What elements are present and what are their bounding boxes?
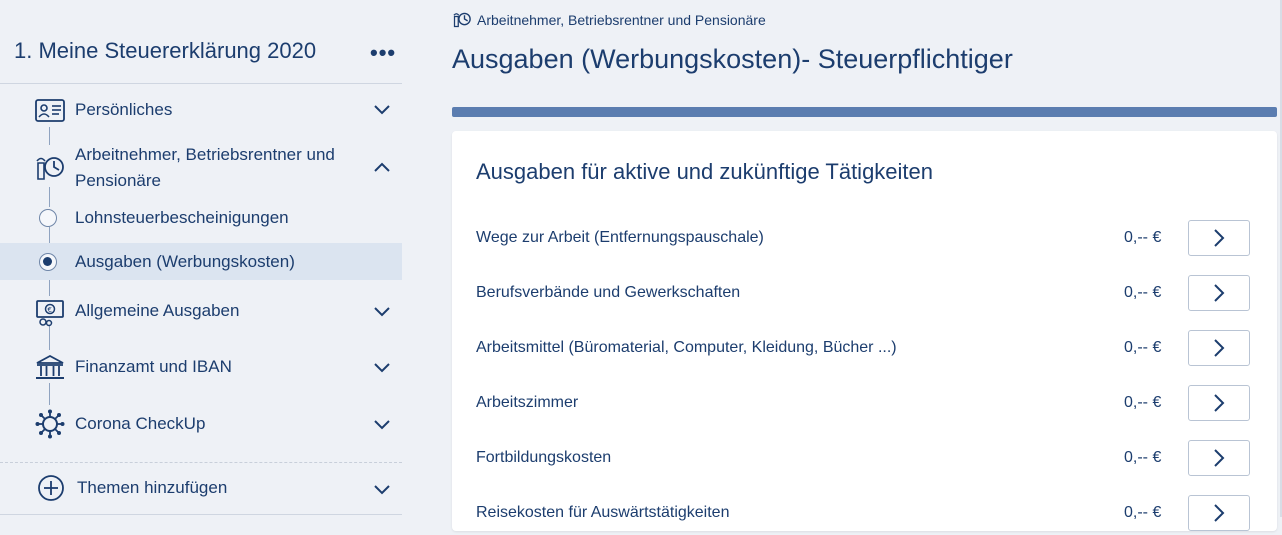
expense-row: Berufsverbände und Gewerkschaften 0,-- € [452, 275, 1277, 315]
chevron-right-icon [1214, 284, 1225, 302]
expense-value: 0,-- € [1124, 284, 1162, 301]
chevron-down-icon[interactable] [372, 479, 392, 499]
chevron-up-icon[interactable] [372, 158, 392, 178]
sidebar-item-arbeitnehmer[interactable]: Arbeitnehmer, Betriebsrentner und Pensio… [0, 142, 402, 192]
sidebar-title: 1. Meine Steuererklärung 2020 [14, 38, 317, 63]
tree-connector [49, 326, 50, 350]
expense-row: Reisekosten für Auswärtstätigkeiten 0,--… [452, 495, 1277, 535]
sidebar-item-allgemeine-ausgaben[interactable]: € Allgemeine Ausgaben [0, 296, 402, 327]
expense-label: Wege zur Arbeit (Entfernungspauschale) [476, 229, 764, 246]
chevron-right-icon [1214, 449, 1225, 467]
money-icon: € [36, 300, 64, 327]
divider [0, 462, 402, 463]
expense-value: 0,-- € [1124, 449, 1162, 466]
expense-value: 0,-- € [1124, 394, 1162, 411]
expense-label: Fortbildungskosten [476, 449, 612, 466]
radio-empty-icon[interactable] [39, 209, 57, 227]
chevron-right-icon [1214, 394, 1225, 412]
open-expense-button[interactable] [1188, 275, 1250, 311]
divider [0, 514, 402, 515]
expense-value: 0,-- € [1124, 504, 1162, 521]
sidebar-item-label: Allgemeine Ausgaben [75, 301, 240, 320]
chevron-right-icon [1214, 339, 1225, 357]
expense-label: Arbeitszimmer [476, 394, 579, 411]
expense-row: Fortbildungskosten 0,-- € [452, 440, 1277, 480]
more-dots-icon[interactable]: ••• [370, 40, 396, 66]
expense-label: Berufsverbände und Gewerkschaften [476, 284, 741, 301]
open-expense-button[interactable] [1188, 385, 1250, 421]
chevron-right-icon [1214, 504, 1225, 522]
header-accent-bar [452, 107, 1277, 117]
plus-circle-icon [38, 475, 64, 501]
card-title: Ausgaben für aktive und zukünftige Tätig… [476, 159, 934, 184]
chevron-down-icon[interactable] [372, 301, 392, 321]
open-expense-button[interactable] [1188, 220, 1250, 256]
sidebar-item-finanzamt-iban[interactable]: Finanzamt und IBAN [0, 352, 402, 382]
chevron-right-icon [1214, 229, 1225, 247]
sidebar-item-corona-checkup[interactable]: Corona CheckUp [0, 408, 402, 440]
sidebar-item-label: Finanzamt und IBAN [75, 357, 232, 376]
breadcrumb-text: Arbeitnehmer, Betriebsrentner und Pensio… [477, 12, 766, 28]
breadcrumb[interactable]: Arbeitnehmer, Betriebsrentner und Pensio… [452, 9, 766, 29]
bank-icon [36, 354, 64, 379]
id-card-icon [35, 99, 65, 122]
worker-clock-icon [453, 12, 471, 28]
sidebar-item-label: Ausgaben (Werbungskosten) [75, 252, 295, 271]
expense-row: Arbeitszimmer 0,-- € [452, 385, 1277, 425]
virus-icon [35, 409, 65, 439]
tree-connector [49, 383, 50, 405]
open-expense-button[interactable] [1188, 440, 1250, 476]
sidebar-item-persoenliches[interactable]: Persönliches [0, 95, 402, 125]
expense-label: Reisekosten für Auswärtstätigkeiten [476, 504, 730, 521]
sidebar: 1. Meine Steuererklärung 2020 ••• Persön… [0, 0, 404, 517]
page-title: Ausgaben (Werbungskosten)- Steuerpflicht… [452, 44, 1013, 74]
sidebar-item-ausgaben-werbungskosten[interactable]: Ausgaben (Werbungskosten) [0, 243, 402, 280]
expense-value: 0,-- € [1124, 339, 1162, 356]
chevron-down-icon[interactable] [372, 414, 392, 434]
sidebar-item-label: Corona CheckUp [75, 414, 206, 433]
sidebar-item-label-line2: Pensionäre [75, 171, 162, 190]
open-expense-button[interactable] [1188, 495, 1250, 531]
expenses-card: Ausgaben für aktive und zukünftige Tätig… [452, 131, 1277, 531]
expense-value: 0,-- € [1124, 229, 1162, 246]
sidebar-item-label: Arbeitnehmer, Betriebsrentner und [75, 145, 335, 164]
radio-selected-icon[interactable] [39, 253, 57, 271]
expense-label: Arbeitsmittel (Büromaterial, Computer, K… [476, 339, 897, 356]
expense-row: Wege zur Arbeit (Entfernungspauschale) 0… [452, 220, 1277, 260]
divider [0, 83, 402, 84]
svg-text:€: € [48, 306, 52, 314]
sidebar-item-label: Lohnsteuerbescheinigungen [75, 208, 289, 227]
worker-clock-icon [36, 157, 64, 180]
sidebar-item-label: Themen hinzufügen [77, 478, 228, 497]
expense-row: Arbeitsmittel (Büromaterial, Computer, K… [452, 330, 1277, 370]
chevron-down-icon[interactable] [372, 357, 392, 377]
chevron-down-icon[interactable] [372, 99, 392, 119]
sidebar-item-label: Persönliches [75, 100, 173, 119]
open-expense-button[interactable] [1188, 330, 1250, 366]
add-topics-button[interactable]: Themen hinzufügen [0, 474, 402, 504]
sidebar-item-lohnsteuerbescheinigungen[interactable]: Lohnsteuerbescheinigungen [0, 204, 402, 232]
